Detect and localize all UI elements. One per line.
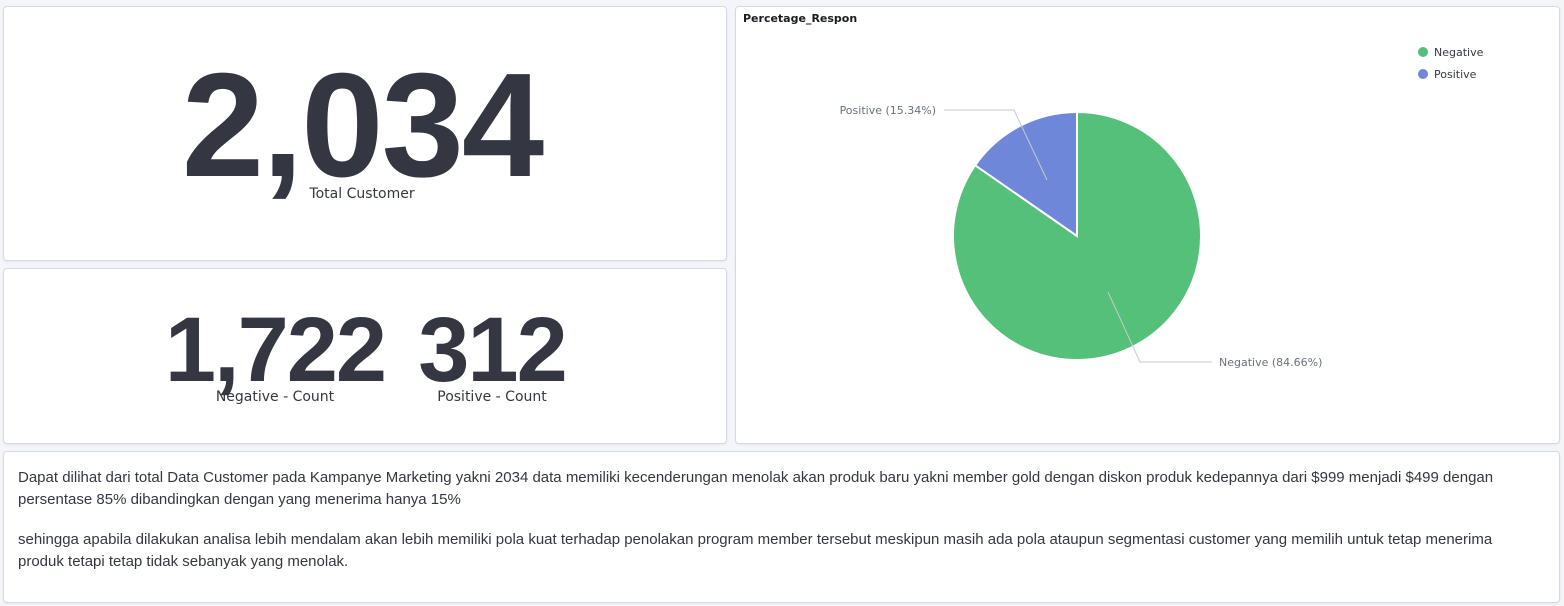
description-paragraph-2: sehingga apabila dilakukan analisa lebih… [18,531,1493,570]
pie-label-positive: Positive (15.34%) [840,104,936,117]
description-paragraph-1: Dapat dilihat dari total Data Customer p… [18,469,1494,508]
pie-label-negative: Negative (84.66%) [1219,356,1322,369]
description-text: Dapat dilihat dari total Data Customer p… [18,467,1538,591]
